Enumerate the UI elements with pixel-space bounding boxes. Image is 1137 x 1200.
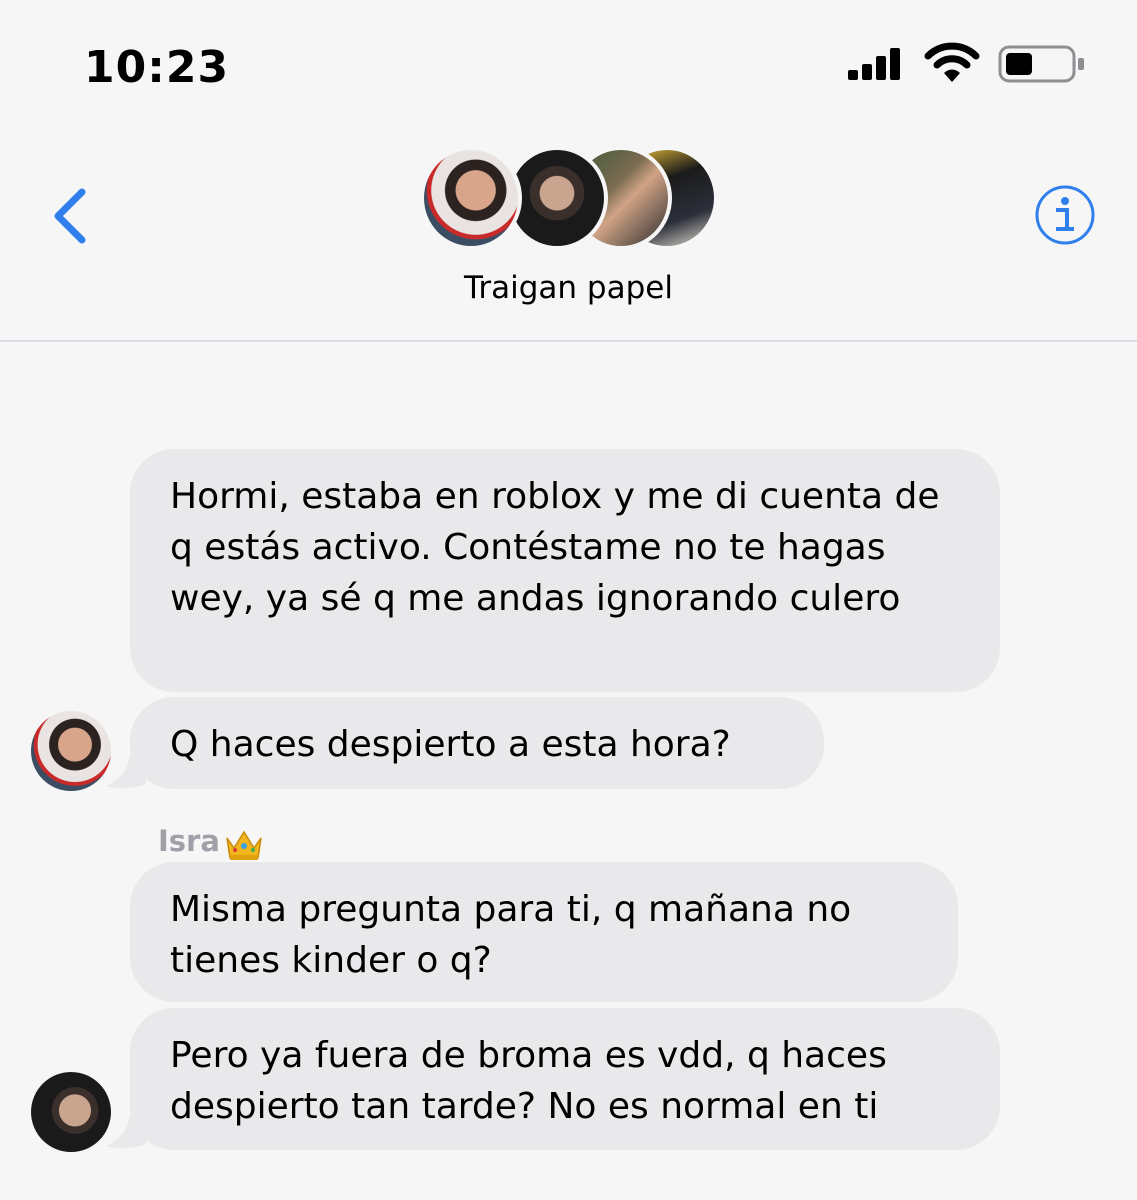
group-avatars[interactable]: [420, 146, 720, 254]
status-time: 10:23: [84, 42, 230, 93]
message-bubble[interactable]: Q haces despierto a esta hora?: [130, 697, 824, 789]
battery-icon: [998, 45, 1084, 83]
cellular-signal-icon: [848, 46, 908, 80]
message-bubble[interactable]: Pero ya fuera de broma es vdd, q haces d…: [130, 1008, 1000, 1150]
wifi-icon: [924, 42, 980, 82]
group-member-avatar: [420, 146, 522, 250]
sender-avatar[interactable]: [31, 1072, 111, 1152]
info-icon[interactable]: [1034, 184, 1096, 246]
crown-emoji-icon: [226, 830, 262, 860]
bubble-tail: [106, 754, 146, 789]
message-bubble[interactable]: Misma pregunta para ti, q mañana no tien…: [130, 862, 958, 1002]
bubble-tail: [106, 1114, 146, 1149]
message-bubble[interactable]: Hormi, estaba en roblox y me di cuenta d…: [130, 449, 1000, 692]
header-divider: [0, 340, 1137, 342]
sender-name: Isra: [158, 824, 220, 858]
group-name[interactable]: Traigan papel: [0, 270, 1137, 306]
sender-avatar[interactable]: [31, 711, 111, 791]
imessage-screen: 10:23 Traigan papel Hormi, estaba en rob…: [0, 0, 1137, 1200]
back-chevron-icon[interactable]: [44, 184, 92, 248]
